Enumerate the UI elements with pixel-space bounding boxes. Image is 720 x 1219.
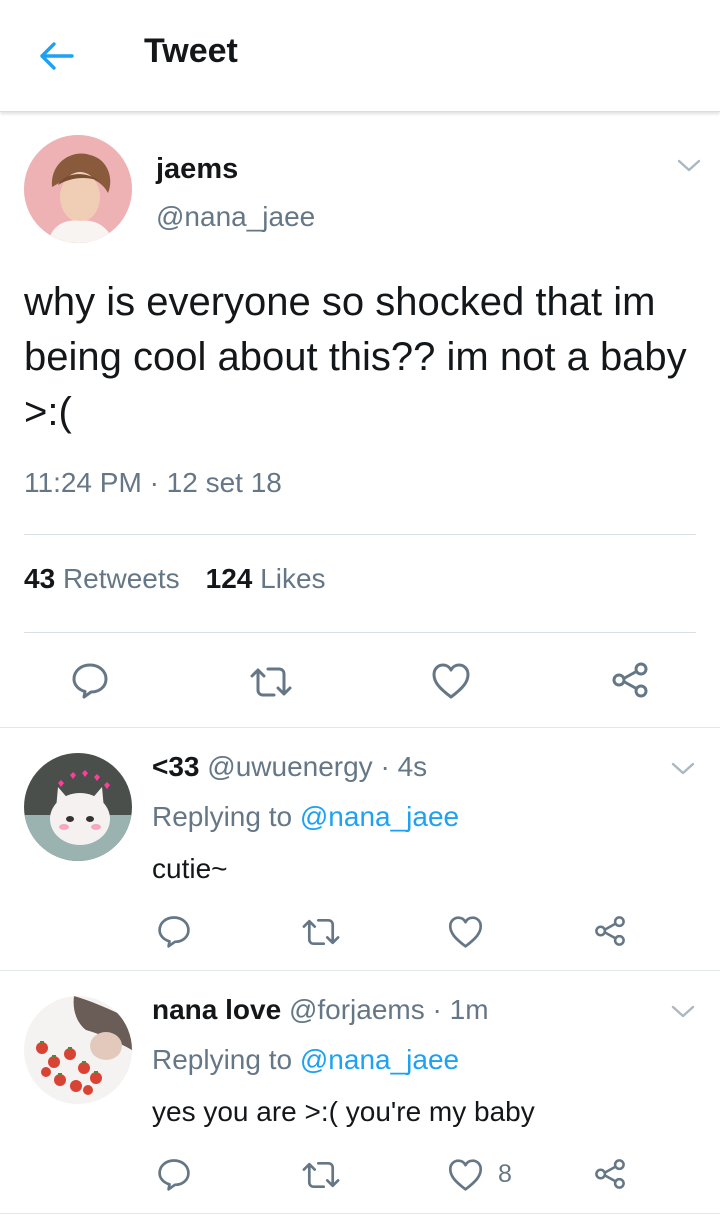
reply-author-name[interactable]: nana love: [152, 994, 281, 1025]
retweet-icon: [302, 1161, 340, 1189]
like-button[interactable]: [431, 662, 471, 700]
divider: [24, 534, 696, 535]
tweet-time: 11:24 PM: [24, 467, 142, 498]
retweet-icon: [302, 918, 340, 946]
chevron-down-icon[interactable]: [670, 761, 696, 777]
replying-prefix: Replying to: [152, 1044, 293, 1075]
retweet-icon: [250, 667, 292, 697]
heart-icon: [448, 1159, 483, 1191]
likes-stat[interactable]: 124 Likes: [206, 563, 326, 595]
reply-tweet[interactable]: <33 @uwuenergy · 4s Replying to @nana_ja…: [0, 729, 720, 971]
top-app-bar: Tweet: [0, 0, 720, 112]
retweets-label: Retweets: [62, 563, 180, 594]
reply-button[interactable]: [156, 1156, 192, 1192]
tweet-date: 12 set 18: [166, 467, 282, 498]
mention-link[interactable]: @nana_jaee: [300, 801, 459, 832]
reply-button[interactable]: [156, 913, 192, 949]
share-button[interactable]: [593, 914, 627, 948]
tweet-text: why is everyone so shocked that im being…: [24, 280, 687, 434]
reply-icon: [158, 1159, 190, 1191]
share-button[interactable]: [610, 660, 650, 700]
reply-icon: [72, 663, 108, 699]
chevron-down-icon[interactable]: [676, 158, 702, 174]
chevron-down-icon[interactable]: [670, 1004, 696, 1020]
reply-button[interactable]: [70, 660, 110, 700]
divider: [24, 632, 696, 633]
replying-to: Replying to @nana_jaee: [152, 1044, 459, 1076]
separator-dot: ·: [380, 751, 390, 782]
heart-icon: [432, 663, 470, 699]
retweets-stat[interactable]: 43 Retweets: [24, 563, 180, 595]
reply-author-handle[interactable]: @uwuenergy: [207, 751, 372, 782]
reply-header: nana love @forjaems · 1m: [152, 994, 489, 1026]
back-button[interactable]: [36, 36, 76, 76]
separator-dot: ·: [432, 994, 442, 1025]
reply-age: 4s: [397, 751, 428, 782]
arrow-left-icon: [40, 42, 74, 70]
reply-author-handle[interactable]: @forjaems: [289, 994, 425, 1025]
share-icon: [595, 1159, 625, 1189]
heart-icon: [448, 916, 483, 948]
share-icon: [612, 662, 648, 698]
mention-link[interactable]: @nana_jaee: [300, 1044, 459, 1075]
like-button[interactable]: [447, 915, 484, 949]
author-handle[interactable]: @nana_jaee: [156, 201, 315, 233]
replying-to: Replying to @nana_jaee: [152, 801, 459, 833]
reply-tweet[interactable]: nana love @forjaems · 1m Replying to @na…: [0, 972, 720, 1214]
tweet-timestamp: 11:24 PM · 12 set 18: [24, 467, 282, 499]
avatar-photo: [24, 996, 132, 1104]
retweet-button[interactable]: [300, 1157, 342, 1193]
avatar-photo: [24, 753, 132, 861]
reply-age: 1m: [449, 994, 489, 1025]
tweet-stats: 43 Retweets 124 Likes: [24, 563, 326, 595]
likes-count: 124: [205, 563, 253, 594]
reply-author-name[interactable]: <33: [152, 751, 200, 782]
avatar[interactable]: [24, 753, 132, 861]
separator-dot: ·: [149, 467, 159, 498]
main-tweet: jaems @nana_jaee why is everyone so shoc…: [0, 113, 720, 728]
replying-prefix: Replying to: [152, 801, 293, 832]
avatar[interactable]: [24, 996, 132, 1104]
retweet-button[interactable]: [248, 662, 294, 702]
likes-label: Likes: [260, 563, 326, 594]
like-count: 8: [498, 1160, 512, 1188]
author-name[interactable]: jaems: [156, 153, 238, 186]
share-button[interactable]: [593, 1157, 627, 1191]
reply-text: yes you are >:( you're my baby: [152, 1096, 535, 1127]
retweet-button[interactable]: [300, 914, 342, 950]
avatar[interactable]: [24, 135, 132, 243]
reply-header: <33 @uwuenergy · 4s: [152, 751, 427, 783]
page-title: Tweet: [144, 32, 238, 70]
avatar-photo: [24, 135, 132, 243]
share-icon: [595, 916, 625, 946]
reply-icon: [158, 916, 190, 948]
like-button[interactable]: [447, 1158, 484, 1192]
reply-text: cutie~: [152, 853, 228, 884]
retweets-count: 43: [24, 563, 56, 594]
